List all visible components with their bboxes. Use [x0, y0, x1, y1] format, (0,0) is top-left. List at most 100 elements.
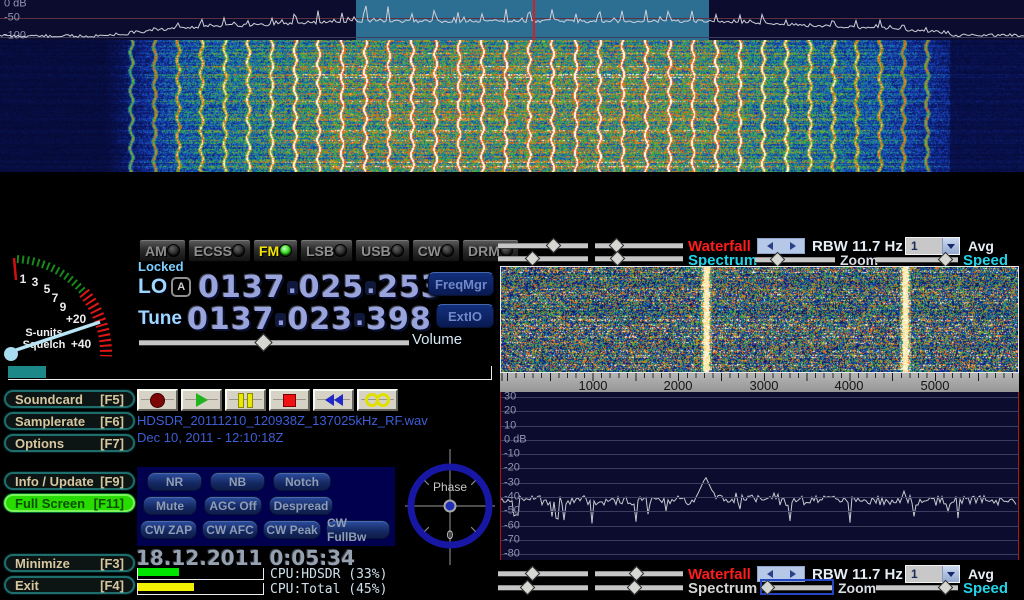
button-label: Minimize	[15, 556, 70, 571]
led-icon	[167, 244, 180, 257]
af-db-label: -10	[504, 447, 520, 459]
despread-button[interactable]: Despread	[269, 496, 333, 515]
mode-label: LSB	[306, 243, 334, 259]
peak-hold-needle	[14, 258, 16, 280]
pause-button[interactable]	[225, 389, 266, 411]
slider-thumb[interactable]	[254, 333, 272, 351]
mute-button[interactable]: Mute	[143, 496, 197, 515]
af-gridline	[500, 411, 1019, 412]
fkey-label: [F11]	[94, 496, 124, 511]
cw-fullbw-button[interactable]: CW FullBw	[326, 520, 390, 539]
play-button[interactable]	[181, 389, 222, 411]
phase-indicator[interactable]: Phase 0	[403, 447, 497, 567]
af-scale-label: 4000	[835, 378, 864, 393]
af-scale-label: 5000	[921, 378, 950, 393]
waterfall-brightness-slider[interactable]	[498, 239, 588, 251]
mode-label: ECSS	[194, 243, 232, 259]
notch-button[interactable]: Notch	[273, 472, 331, 491]
lo-frequency-row: LO A 0137.025.253	[138, 271, 443, 303]
fullscreen-button[interactable]: Full Screen[F11]	[4, 494, 135, 512]
cpu-hdsdr-bar	[137, 568, 264, 580]
cw-afc-button[interactable]: CW AFC	[202, 520, 258, 539]
tune-frequency-display[interactable]: 0137.023.398	[187, 302, 432, 337]
record-button[interactable]	[137, 389, 178, 411]
mode-button-ecss[interactable]: ECSS	[188, 239, 251, 262]
exit-button[interactable]: Exit[F4]	[4, 576, 135, 594]
soundcard-button[interactable]: Soundcard[F5]	[4, 390, 135, 408]
mode-label: USB	[361, 243, 391, 259]
af-frequency-scale[interactable]: 1000 2000 3000 4000 5000	[500, 373, 1019, 392]
mode-button-fm[interactable]: FM	[253, 239, 298, 262]
led-icon	[441, 244, 454, 257]
smeter-label: +20	[66, 312, 87, 326]
waterfall-contrast-slider-2[interactable]	[595, 567, 683, 579]
minimize-button[interactable]: Minimize[F3]	[4, 554, 135, 572]
arrow-right-icon[interactable]	[781, 567, 804, 581]
spectrum-brightness-slider[interactable]	[498, 252, 588, 264]
waterfall-contrast-slider[interactable]	[595, 239, 683, 251]
stop-button[interactable]	[269, 389, 310, 411]
spectrum-contrast-slider[interactable]	[595, 252, 683, 264]
info-update-button[interactable]: Info / Update[F9]	[4, 472, 135, 490]
fkey-label: [F5]	[100, 392, 124, 407]
waterfall-brightness-slider-2[interactable]	[498, 567, 588, 579]
spectrum-contrast-slider-2[interactable]	[595, 581, 683, 593]
mode-button-cw[interactable]: CW	[412, 239, 460, 262]
options-button[interactable]: Options[F7]	[4, 434, 135, 452]
freqmgr-button[interactable]: FreqMgr	[428, 272, 494, 296]
speed-slider-2[interactable]	[876, 581, 958, 593]
mode-label: AM	[145, 243, 167, 259]
dsp-row: Mute AGC Off Despread	[137, 496, 395, 515]
smeter-label: 1	[20, 272, 27, 286]
spectrum-edge-marker	[1018, 392, 1019, 560]
loop-button[interactable]	[357, 389, 398, 411]
rewind-button[interactable]	[313, 389, 354, 411]
recording-timestamp: Dec 10, 2011 - 12:10:18Z	[137, 430, 283, 445]
volume-slider[interactable]	[139, 336, 409, 348]
hdsdr-main-window: 137000 137005 137010 137015 137020 13702…	[0, 0, 1024, 600]
af-scale-label: 3000	[750, 378, 779, 393]
led-on-icon	[279, 244, 292, 257]
cw-zap-button[interactable]: CW ZAP	[140, 520, 197, 539]
nr-button[interactable]: NR	[147, 472, 202, 491]
cpu-hdsdr-label: CPU:HDSDR (33%)	[270, 567, 387, 582]
waterfall-scroll-arrows[interactable]	[757, 238, 805, 254]
agc-off-button[interactable]: AGC Off	[204, 496, 262, 515]
af-db-label: 30	[504, 390, 516, 402]
zoom-slider-2[interactable]	[762, 581, 832, 593]
arrow-right-icon[interactable]	[781, 239, 804, 253]
af-spectrum-display[interactable]: 3020100 dB-10-20-30-40-50-60-70-80	[500, 392, 1019, 560]
samplerate-button[interactable]: Samplerate[F6]	[4, 412, 135, 430]
af-scale-label: 2000	[664, 378, 693, 393]
fkey-label: [F9]	[100, 474, 124, 489]
smeter-label: 3	[32, 275, 39, 289]
mode-button-usb[interactable]: USB	[355, 239, 410, 262]
arrow-left-icon[interactable]	[758, 567, 781, 581]
lo-lock-badge[interactable]: A	[171, 277, 191, 297]
rf-spectrum-display[interactable]: 0 dB -50 -100	[0, 0, 1024, 40]
af-waterfall-display[interactable]	[501, 267, 1018, 372]
spectrum-label-2: Spectrum	[688, 580, 757, 597]
spectrum-brightness-slider-2[interactable]	[498, 581, 588, 593]
cpu-total-label: CPU:Total (45%)	[270, 582, 387, 597]
button-label: Exit	[15, 578, 39, 593]
tune-marker-line[interactable]	[533, 0, 535, 40]
mode-label: CW	[418, 243, 441, 259]
smeter-green-arc	[17, 259, 84, 293]
lo-frequency-display[interactable]: 0137.025.253	[198, 270, 443, 305]
af-gridline	[500, 540, 1019, 541]
waterfall-scroll-arrows-2[interactable]	[757, 566, 805, 582]
slider-track[interactable]	[139, 340, 409, 346]
led-icon	[334, 244, 347, 257]
speed-slider[interactable]	[876, 253, 958, 265]
extio-button[interactable]: ExtIO	[436, 304, 494, 328]
dsp-row: NR NB Notch	[137, 472, 395, 491]
af-gridline	[500, 483, 1019, 484]
record-icon	[150, 393, 165, 408]
zoom-slider[interactable]	[755, 253, 835, 265]
nb-button[interactable]: NB	[210, 472, 265, 491]
mode-button-lsb[interactable]: LSB	[300, 239, 353, 262]
loop-icon	[365, 393, 390, 407]
cw-peak-button[interactable]: CW Peak	[263, 520, 321, 539]
squelch-level-bar[interactable]	[8, 366, 46, 378]
